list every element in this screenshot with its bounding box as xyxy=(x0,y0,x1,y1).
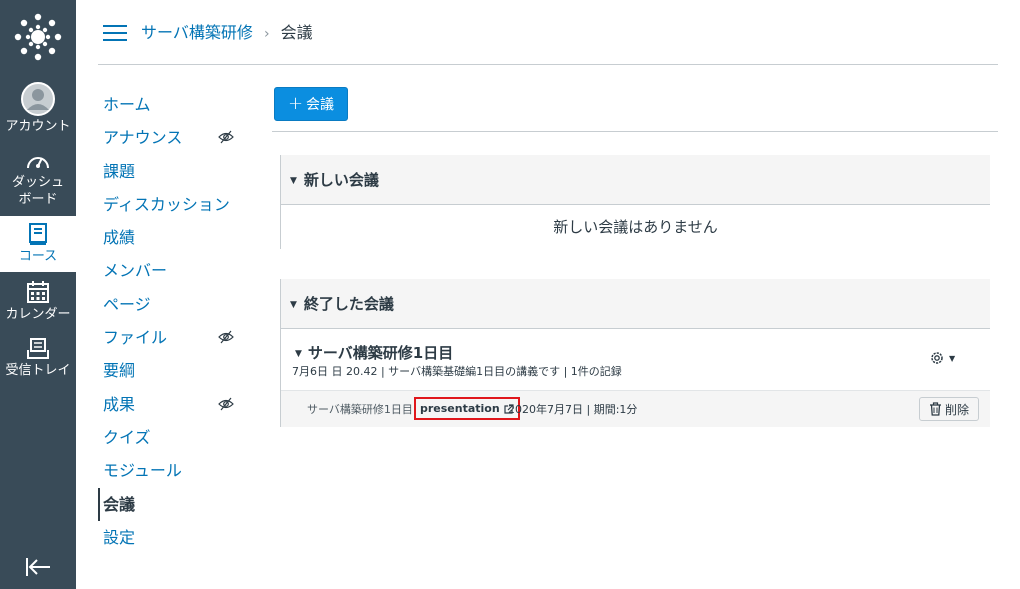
course-nav-item[interactable]: ファイル xyxy=(98,321,248,354)
trash-icon xyxy=(929,402,941,416)
hamburger-menu-icon[interactable] xyxy=(103,24,127,42)
concluded-conferences-header[interactable]: ▼ 終了した会議 xyxy=(281,279,990,329)
recording-date-info: 2020年7月7日 | 期間:1分 xyxy=(508,403,638,416)
breadcrumb-separator: › xyxy=(263,26,270,42)
course-nav-item[interactable]: 成績 xyxy=(98,221,248,254)
conference-settings-menu[interactable]: ▼ xyxy=(929,348,963,368)
course-nav-item-label: アナウンス xyxy=(103,128,183,148)
course-nav-item-label: 設定 xyxy=(103,527,136,547)
conference-title[interactable]: ▼ サーバ構築研修1日目 xyxy=(295,342,453,363)
conference-meta: 7月6日 日 20.42 | サーバ構築基礎編1日目の講義です | 1件の記録 xyxy=(292,365,622,378)
hidden-eye-icon xyxy=(218,130,234,144)
presentation-link-label: presentation xyxy=(420,402,500,415)
gnav-calendar-label: カレンダー xyxy=(5,307,71,322)
course-nav-item[interactable]: 成果 xyxy=(98,388,248,421)
recording-name: サーバ構築研修1日目 xyxy=(307,403,413,416)
conference-item: ▼ サーバ構築研修1日目 7月6日 日 20.42 | サーバ構築基礎編1日目の講… xyxy=(281,330,990,427)
course-nav-item[interactable]: 設定 xyxy=(98,521,248,554)
new-conferences-title: 新しい会議 xyxy=(303,171,379,189)
no-conferences-message: 新しい会議はありません xyxy=(553,218,718,236)
course-nav-item-label: ページ xyxy=(103,294,151,314)
breadcrumb-current: 会議 xyxy=(280,23,313,42)
course-nav-item[interactable]: モジュール xyxy=(98,454,248,487)
book-icon xyxy=(29,223,47,245)
add-conference-label: 会議 xyxy=(306,97,335,113)
course-nav-item-label: モジュール xyxy=(103,461,182,481)
plus-icon: + xyxy=(287,93,304,114)
calendar-icon xyxy=(27,281,49,303)
gnav-inbox-label: 受信トレイ xyxy=(5,363,71,378)
gnav-account-label: アカウント xyxy=(5,119,71,134)
gnav-courses[interactable]: コース xyxy=(0,216,76,272)
delete-recording-button[interactable]: 削除 xyxy=(919,397,979,421)
course-nav-item-label: 成果 xyxy=(103,394,136,414)
dashboard-icon xyxy=(27,157,49,169)
recording-row: サーバ構築研修1日目 presentation 2020年7月7日 | 期間:1… xyxy=(281,390,990,427)
course-nav-item-label: 会議 xyxy=(103,494,136,514)
concluded-conferences-title: 終了した会議 xyxy=(303,295,394,313)
add-conference-button[interactable]: + 会議 xyxy=(274,87,348,121)
collapse-nav-icon[interactable] xyxy=(24,556,52,578)
avatar-icon xyxy=(21,82,55,116)
gnav-dashboard-label-2: ボード xyxy=(18,192,58,207)
course-nav-item-label: メンバー xyxy=(103,261,168,281)
course-nav-item-label: ファイル xyxy=(103,328,168,348)
gnav-inbox[interactable]: 受信トレイ xyxy=(0,338,76,379)
course-nav-item-label: 要綱 xyxy=(103,361,136,381)
course-nav-item[interactable]: 課題 xyxy=(98,155,248,188)
course-nav-item-label: ホーム xyxy=(103,95,151,114)
caret-down-icon: ▼ xyxy=(290,176,297,186)
course-nav-item[interactable]: 会議 xyxy=(98,487,248,521)
course-nav-item[interactable]: クイズ xyxy=(98,421,248,454)
course-nav-item-label: ディスカッション xyxy=(103,194,230,214)
gnav-calendar[interactable]: カレンダー xyxy=(0,280,76,323)
hidden-eye-icon xyxy=(218,397,234,411)
caret-down-icon: ▼ xyxy=(290,300,297,310)
course-nav: ホームアナウンス課題ディスカッション 成績メンバーページファイル要綱成果クイズモジ… xyxy=(98,88,248,554)
gnav-courses-label: コース xyxy=(18,249,58,264)
breadcrumb-course-link[interactable]: サーバ構築研修 xyxy=(141,23,253,42)
course-nav-item-label: 成績 xyxy=(103,228,136,248)
inbox-icon xyxy=(27,338,49,359)
main-divider xyxy=(272,131,998,132)
course-nav-item[interactable]: ホーム xyxy=(98,88,248,121)
gear-icon xyxy=(931,352,943,364)
gnav-account[interactable]: アカウント xyxy=(0,82,76,135)
course-nav-item[interactable]: ディスカッション xyxy=(98,188,248,221)
hidden-eye-icon xyxy=(218,330,234,344)
course-nav-item[interactable]: 要綱 xyxy=(98,354,248,387)
breadcrumb: サーバ構築研修 › 会議 xyxy=(141,22,313,45)
chevron-down-icon: ▼ xyxy=(949,353,956,363)
course-nav-item-label: 課題 xyxy=(103,161,136,181)
conference-title-text: サーバ構築研修1日目 xyxy=(307,344,454,362)
gnav-dashboard[interactable]: ダッシュ ボード xyxy=(0,150,76,208)
canvas-logo-icon[interactable] xyxy=(14,13,62,61)
presentation-link[interactable]: presentation xyxy=(414,397,520,420)
course-nav-item-label: クイズ xyxy=(103,427,151,447)
delete-label: 削除 xyxy=(944,402,969,417)
header-divider xyxy=(98,64,998,65)
course-nav-item[interactable]: ページ xyxy=(98,288,248,321)
course-nav-item[interactable]: メンバー xyxy=(98,254,248,287)
global-nav: アカウント ダッシュ ボード コース カレンダー 受信トレイ xyxy=(0,0,76,589)
new-conferences-header[interactable]: ▼ 新しい会議 xyxy=(281,155,990,205)
caret-down-icon: ▼ xyxy=(295,349,302,359)
course-nav-item[interactable]: アナウンス xyxy=(98,121,248,154)
gnav-dashboard-label-1: ダッシュ xyxy=(11,175,64,190)
